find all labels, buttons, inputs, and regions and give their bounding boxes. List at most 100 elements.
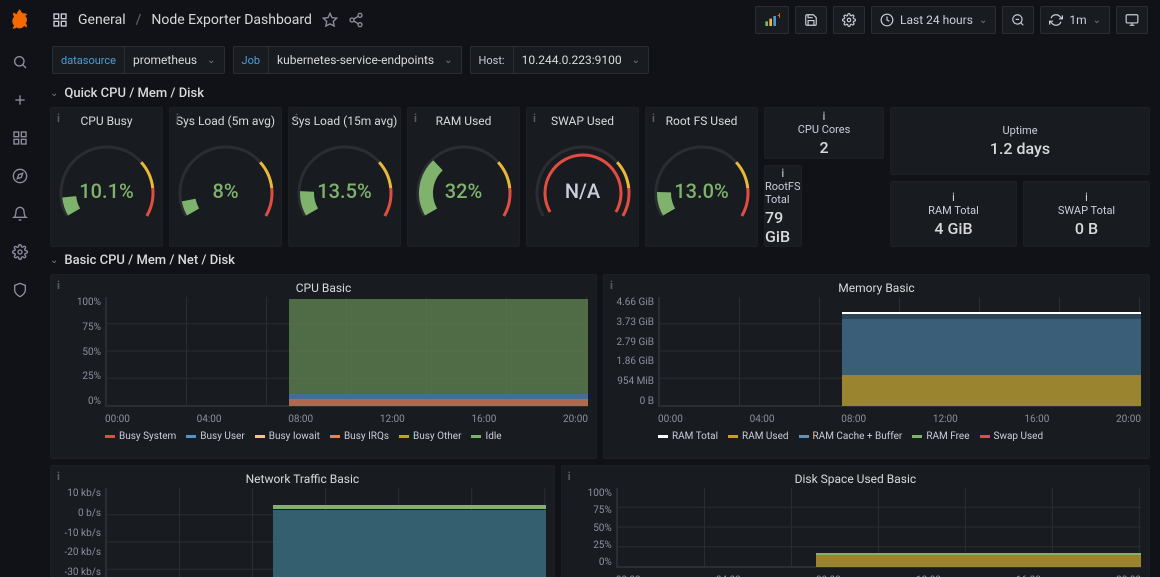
tick: 12:00 xyxy=(380,414,405,425)
tick: -30 kb/s xyxy=(65,567,101,577)
gauge-body: 32% xyxy=(408,130,519,226)
gauge-sys-load-15m-avg-[interactable]: i Sys Load (15m avg) 13.5% xyxy=(288,107,401,247)
refresh-button[interactable]: 1m ⌄ xyxy=(1040,6,1110,34)
chevron-down-icon: ⌄ xyxy=(50,88,58,99)
star-icon[interactable] xyxy=(322,12,338,28)
legend-item[interactable]: RAM Used xyxy=(728,431,788,442)
legend-item[interactable]: Idle xyxy=(471,431,501,442)
var-host[interactable]: Host: 10.244.0.223:9100⌄ xyxy=(470,46,650,74)
dashboards-icon[interactable] xyxy=(10,128,30,148)
panel-title: Root FS Used xyxy=(646,108,757,130)
row-basic-header[interactable]: ⌄Basic CPU / Mem / Net / Disk xyxy=(50,253,1150,268)
legend-label: Busy Iowait xyxy=(269,431,320,442)
info-icon[interactable]: i xyxy=(781,166,784,180)
legend-swatch xyxy=(105,435,115,438)
info-icon[interactable]: i xyxy=(57,470,60,483)
legend-item[interactable]: Busy Other xyxy=(399,431,461,442)
info-icon[interactable]: i xyxy=(568,470,571,483)
info-icon[interactable]: i xyxy=(414,112,417,125)
info-icon[interactable]: i xyxy=(57,112,60,125)
panel-memory-basic[interactable]: i Memory Basic 4.66 GiB3.73 GiB2.79 GiB1… xyxy=(603,274,1150,459)
legend-item[interactable]: RAM Free xyxy=(912,431,969,442)
var-job[interactable]: Job kubernetes-service-endpoints⌄ xyxy=(233,46,462,74)
tick: 0 b/s xyxy=(78,508,101,519)
gauge-value: N/A xyxy=(518,179,648,203)
gauge-ram-used[interactable]: i RAM Used 32% xyxy=(407,107,520,247)
page-title[interactable]: Node Exporter Dashboard xyxy=(151,12,312,28)
legend-item[interactable]: Swap Used xyxy=(980,431,1044,442)
breadcrumb-separator: / xyxy=(136,12,142,28)
plus-icon[interactable] xyxy=(10,90,30,110)
stat-cpu-cores[interactable]: iCPU Cores2 xyxy=(764,107,884,159)
info-icon[interactable]: i xyxy=(533,112,536,125)
save-button[interactable] xyxy=(795,6,827,34)
tick: 75% xyxy=(82,322,101,333)
legend-item[interactable]: Busy System xyxy=(105,431,176,442)
info-icon[interactable]: i xyxy=(176,112,179,125)
zoom-out-button[interactable] xyxy=(1002,6,1034,34)
legend-swatch xyxy=(728,435,738,438)
panel-title: Memory Basic xyxy=(604,275,1149,297)
legend-swatch xyxy=(658,435,668,438)
sidebar xyxy=(0,0,40,577)
gauge-value: 8% xyxy=(161,179,291,203)
stat-rootfs[interactable]: iRootFS Total79 GiB xyxy=(764,165,802,247)
legend-item[interactable]: Busy Iowait xyxy=(255,431,320,442)
tick: 25% xyxy=(82,371,101,382)
info-icon[interactable]: i xyxy=(295,112,298,125)
info-icon[interactable]: i xyxy=(952,190,955,204)
legend-swatch xyxy=(330,435,340,438)
tick: 50% xyxy=(593,523,612,534)
chevron-down-icon: ⌄ xyxy=(979,15,987,26)
gauge-root-fs-used[interactable]: i Root FS Used 13.0% xyxy=(645,107,758,247)
breadcrumb-folder[interactable]: General xyxy=(78,12,126,28)
legend-item[interactable]: RAM Cache + Buffer xyxy=(799,431,903,442)
alerting-icon[interactable] xyxy=(10,204,30,224)
gauge-cpu-busy[interactable]: i CPU Busy 10.1% xyxy=(50,107,163,247)
var-host-value: 10.244.0.223:9100 xyxy=(522,53,622,67)
server-admin-icon[interactable] xyxy=(10,280,30,300)
legend-item[interactable]: Busy IRQs xyxy=(330,431,389,442)
legend-item[interactable]: Busy User xyxy=(186,431,244,442)
tick: 75% xyxy=(593,505,612,516)
tick: 00:00 xyxy=(658,414,683,425)
row-quick-header[interactable]: ⌄Quick CPU / Mem / Disk xyxy=(50,86,1150,101)
panel-cpu-basic[interactable]: i CPU Basic 100%75%50%25%0% 00:0004:0008… xyxy=(50,274,597,459)
timerange-picker[interactable]: Last 24 hours ⌄ xyxy=(871,6,996,34)
info-icon[interactable]: i xyxy=(652,112,655,125)
legend-swatch xyxy=(980,435,990,438)
legend-label: RAM Cache + Buffer xyxy=(813,431,903,442)
gauge-body: 13.5% xyxy=(289,130,400,226)
panel-disk-basic[interactable]: i Disk Space Used Basic 100%75%50%25%0% … xyxy=(561,465,1150,577)
tick: 1.86 GiB xyxy=(617,356,654,367)
info-icon[interactable]: i xyxy=(57,279,60,292)
tick: 50% xyxy=(82,347,101,358)
panel-title: CPU Basic xyxy=(51,275,596,297)
stat-value: 4 GiB xyxy=(934,219,972,238)
legend-swatch xyxy=(255,435,265,438)
settings-button[interactable] xyxy=(833,6,865,34)
tick: 04:00 xyxy=(197,414,222,425)
stat-swap-total[interactable]: iSWAP Total0 B xyxy=(1023,181,1150,247)
gauge-swap-used[interactable]: i SWAP Used N/A xyxy=(526,107,639,247)
legend-item[interactable]: RAM Total xyxy=(658,431,718,442)
var-datasource[interactable]: datasource prometheus⌄ xyxy=(52,46,225,74)
tick: 3.73 GiB xyxy=(617,317,654,328)
explore-icon[interactable] xyxy=(10,166,30,186)
tick: 00:00 xyxy=(105,414,130,425)
apps-icon[interactable] xyxy=(52,12,68,28)
stat-uptime[interactable]: Uptime1.2 days xyxy=(890,107,1150,175)
gauge-sys-load-5m-avg-[interactable]: i Sys Load (5m avg) 8% xyxy=(169,107,282,247)
stat-ram-total[interactable]: iRAM Total4 GiB xyxy=(890,181,1017,247)
tv-mode-button[interactable] xyxy=(1116,6,1148,34)
info-icon[interactable]: i xyxy=(610,279,613,292)
add-panel-button[interactable]: + xyxy=(755,6,789,34)
tick: 100% xyxy=(77,297,101,308)
grafana-logo-icon[interactable] xyxy=(6,6,34,34)
search-icon[interactable] xyxy=(10,52,30,72)
configuration-icon[interactable] xyxy=(10,242,30,262)
info-icon[interactable]: i xyxy=(1085,190,1088,204)
share-icon[interactable] xyxy=(348,12,364,28)
panel-network-basic[interactable]: i Network Traffic Basic 10 kb/s0 b/s-10 … xyxy=(50,465,555,577)
info-icon[interactable]: i xyxy=(823,109,826,123)
